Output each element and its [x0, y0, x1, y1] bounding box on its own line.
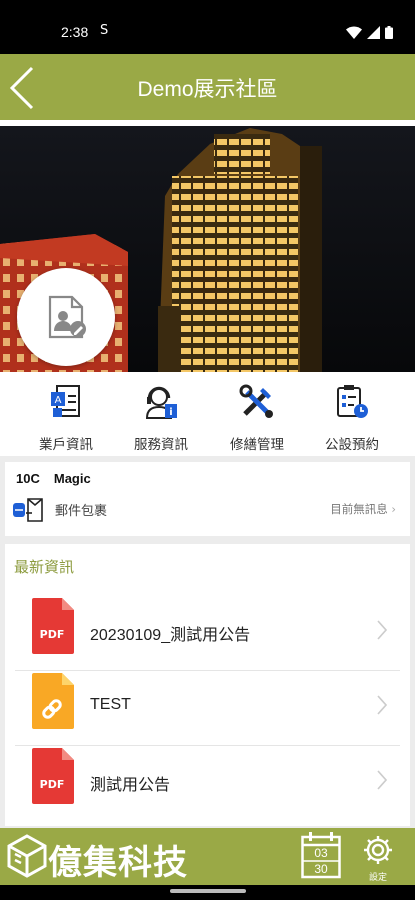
- profile-avatar-button[interactable]: [17, 268, 115, 366]
- pdf-file-icon: PDF: [32, 598, 74, 654]
- menu-label-repair-management: 修繕管理: [230, 437, 284, 453]
- svg-text:PDF: PDF: [40, 628, 65, 641]
- service-info-icon: i: [145, 386, 177, 419]
- settings-label: 設定: [368, 873, 387, 883]
- news-heading: 最新資訊: [14, 558, 75, 576]
- gear-icon: [364, 836, 392, 864]
- menu-item-repair-management[interactable]: 修繕管理: [209, 382, 305, 453]
- link-file-icon: [32, 673, 74, 729]
- home-gesture-handle[interactable]: [170, 889, 246, 893]
- svg-text:PDF: PDF: [40, 778, 65, 791]
- menu-label-service-info: 服務資訊: [134, 437, 188, 453]
- resident-name: Magic: [53, 471, 91, 486]
- latest-news-section: 最新資訊 PDF 20230109_測試用公告 TEST PDF 測試用公告: [5, 544, 410, 826]
- calendar-button[interactable]: 03 30: [301, 831, 341, 879]
- menu-item-resident-info[interactable]: A 業戶資訊: [18, 382, 114, 453]
- chevron-right-icon: [377, 695, 387, 715]
- status-time: 2:38: [61, 24, 89, 40]
- settings-button[interactable]: 設定: [358, 834, 398, 883]
- mail-label: 郵件包裹: [55, 504, 108, 519]
- profile-document-icon: [48, 295, 86, 339]
- mail-package-row[interactable]: 郵件包裹 目前無訊息 ›: [5, 492, 410, 528]
- news-item-title: TEST: [90, 696, 131, 713]
- status-bar: 2:38 S: [0, 0, 415, 54]
- repair-tools-icon: [239, 384, 273, 418]
- news-item-title: 測試用公告: [90, 777, 171, 794]
- menu-label-resident-info: 業戶資訊: [39, 437, 93, 453]
- feature-menu: A 業戶資訊 i 服務資訊 修繕管理 公設預約: [0, 372, 415, 456]
- app-header: Demo展示社區: [0, 54, 415, 120]
- menu-item-service-info[interactable]: i 服務資訊: [113, 382, 209, 453]
- chevron-right-icon: [377, 620, 387, 640]
- menu-item-facility-booking[interactable]: 公設預約: [304, 382, 400, 453]
- mail-package-card: 10C Magic 郵件包裹 目前無訊息 ›: [5, 462, 410, 536]
- battery-icon: [385, 26, 393, 39]
- svg-text:A: A: [55, 395, 62, 406]
- chevron-right-icon: [377, 770, 387, 790]
- page-title: Demo展示社區: [137, 78, 278, 101]
- mail-status-text: 目前無訊息: [330, 502, 388, 516]
- bottom-bar: 億集科技 03 30 設定: [0, 828, 415, 885]
- mail-status: 目前無訊息 ›: [330, 501, 396, 517]
- company-brand: 億集科技: [48, 843, 188, 883]
- news-item-title: 20230109_測試用公告: [90, 627, 251, 644]
- package-icon: [13, 498, 43, 522]
- system-nav-bar: [0, 885, 415, 900]
- news-item[interactable]: TEST: [15, 671, 400, 746]
- signal-icon: [367, 26, 380, 39]
- resident-unit: 10C Magic: [16, 471, 91, 486]
- wifi-icon: [346, 26, 362, 39]
- menu-label-facility-booking: 公設預約: [325, 437, 379, 453]
- facility-booking-icon: [337, 385, 368, 418]
- sync-icon: S: [100, 23, 109, 38]
- chevron-right-icon: ›: [391, 502, 396, 516]
- resident-info-icon: A: [51, 385, 80, 417]
- calendar-month: 03: [314, 846, 328, 860]
- company-logo-icon: [7, 834, 47, 878]
- calendar-day: 30: [314, 862, 328, 876]
- pdf-file-icon: PDF: [32, 748, 74, 804]
- news-item[interactable]: PDF 20230109_測試用公告: [15, 596, 400, 671]
- svg-text:i: i: [169, 407, 172, 418]
- news-item[interactable]: PDF 測試用公告: [15, 746, 400, 820]
- unit-number: 10C: [16, 471, 40, 486]
